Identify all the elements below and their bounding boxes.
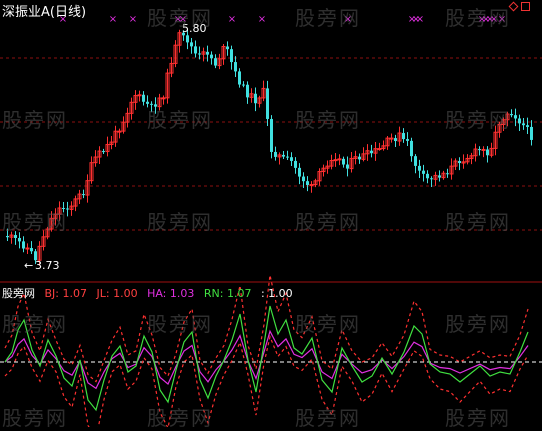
candle-body [254, 93, 257, 104]
square-icon[interactable] [521, 2, 530, 11]
grid-lines [0, 57, 542, 283]
candle-body [274, 151, 277, 157]
indicator-base-value: : 1.00 [260, 287, 293, 300]
candle-body [30, 248, 33, 252]
candle-body [198, 53, 201, 55]
candle-body [306, 181, 309, 185]
candle-body [530, 126, 533, 140]
candle-body [342, 158, 345, 165]
candle-body [294, 160, 297, 168]
candle-body [514, 115, 517, 119]
low-arrow-icon: ← [24, 259, 34, 272]
candle-body [438, 175, 441, 178]
candle-body [6, 236, 9, 238]
candle-body [402, 133, 405, 140]
candle-body [446, 173, 449, 175]
watermark: 股旁网 [147, 312, 213, 336]
candle-body [458, 161, 461, 164]
candle-body [414, 156, 417, 166]
candle-body [302, 176, 305, 182]
watermark: 股旁网 [445, 108, 511, 132]
candle-body [309, 184, 314, 187]
candle-body [206, 51, 209, 55]
marker-icon: × [258, 14, 266, 25]
candle-body [337, 158, 342, 161]
candle-body [22, 241, 25, 249]
candle-body [358, 156, 361, 160]
candle-body [410, 140, 413, 157]
candle-body [234, 62, 237, 72]
low-price-label: 3.73 [35, 259, 60, 272]
candle-body [25, 247, 30, 250]
watermark: 股旁网 [147, 108, 213, 132]
candle-body [14, 235, 17, 239]
candle-body [389, 137, 394, 140]
candle-body [190, 42, 193, 47]
candle-body [18, 238, 21, 242]
candle-body [333, 159, 338, 162]
candle-body [194, 46, 197, 54]
candle-body [518, 118, 521, 124]
watermark: 股旁网 [445, 210, 511, 234]
watermark: 股旁网 [295, 6, 361, 30]
candle-body [102, 151, 105, 153]
watermark: 股旁网 [295, 108, 361, 132]
chart-title: 深振业A(日线) [2, 5, 87, 20]
candle-body [142, 94, 145, 102]
candle-body [238, 71, 241, 85]
candle-body [286, 156, 289, 158]
candle-body [186, 35, 189, 43]
candle-body [478, 149, 481, 151]
indicator-rn-value: RN: 1.07 [203, 287, 252, 300]
candle-body [406, 139, 409, 141]
indicator-name: 股旁网 [2, 287, 35, 300]
candle-body [426, 173, 429, 179]
candle-body [230, 49, 233, 63]
candle-body [394, 138, 397, 142]
watermark: 股旁网 [295, 210, 361, 234]
candle-body [522, 123, 525, 126]
indicator-ha-value: HA: 1.03 [147, 287, 195, 300]
watermark: 股旁网 [2, 210, 68, 234]
candle-body [377, 148, 382, 151]
candle-body [430, 178, 433, 180]
candle-body [214, 58, 217, 66]
watermark: 股旁网 [147, 210, 213, 234]
watermark: 股旁网 [2, 312, 68, 336]
candle-body [242, 84, 245, 86]
indicator-bj-value: BJ: 1.07 [44, 287, 88, 300]
candle-body [370, 150, 373, 154]
marker-icon: × [416, 14, 424, 25]
candle-body [418, 165, 421, 171]
candle-body [422, 170, 425, 174]
candle-body [298, 167, 301, 177]
candle-body [117, 130, 122, 133]
top-markers: × × × ×× × × × ××× ×××× × [59, 14, 506, 25]
indicator-jl-value: JL: 1.00 [96, 287, 138, 300]
marker-icon: × [129, 14, 137, 25]
candle-body [246, 84, 249, 98]
candle-body [161, 97, 166, 100]
candle-body [486, 149, 489, 156]
candle-body [266, 88, 269, 119]
marker-icon: × [109, 14, 117, 25]
watermark: 股旁网 [445, 6, 511, 30]
candle-body [226, 46, 229, 50]
candle-body [82, 194, 85, 196]
watermark: 股旁网 [445, 312, 511, 336]
watermark: 股旁网 [147, 6, 213, 30]
watermark: 股旁网 [295, 312, 361, 336]
marker-icon: × [228, 14, 236, 25]
candle-body [290, 157, 293, 161]
candle-body [481, 148, 486, 151]
candle-body [282, 154, 285, 157]
watermark: 股旁网 [2, 108, 68, 132]
indicator-legend: 股旁网 BJ: 1.07 JL: 1.00 HA: 1.03 RN: 1.07 … [2, 285, 299, 301]
candle-body [526, 125, 529, 127]
candle-body [346, 164, 349, 169]
candle-body [210, 54, 213, 59]
candle-body [137, 94, 142, 97]
candle-body [270, 118, 273, 152]
